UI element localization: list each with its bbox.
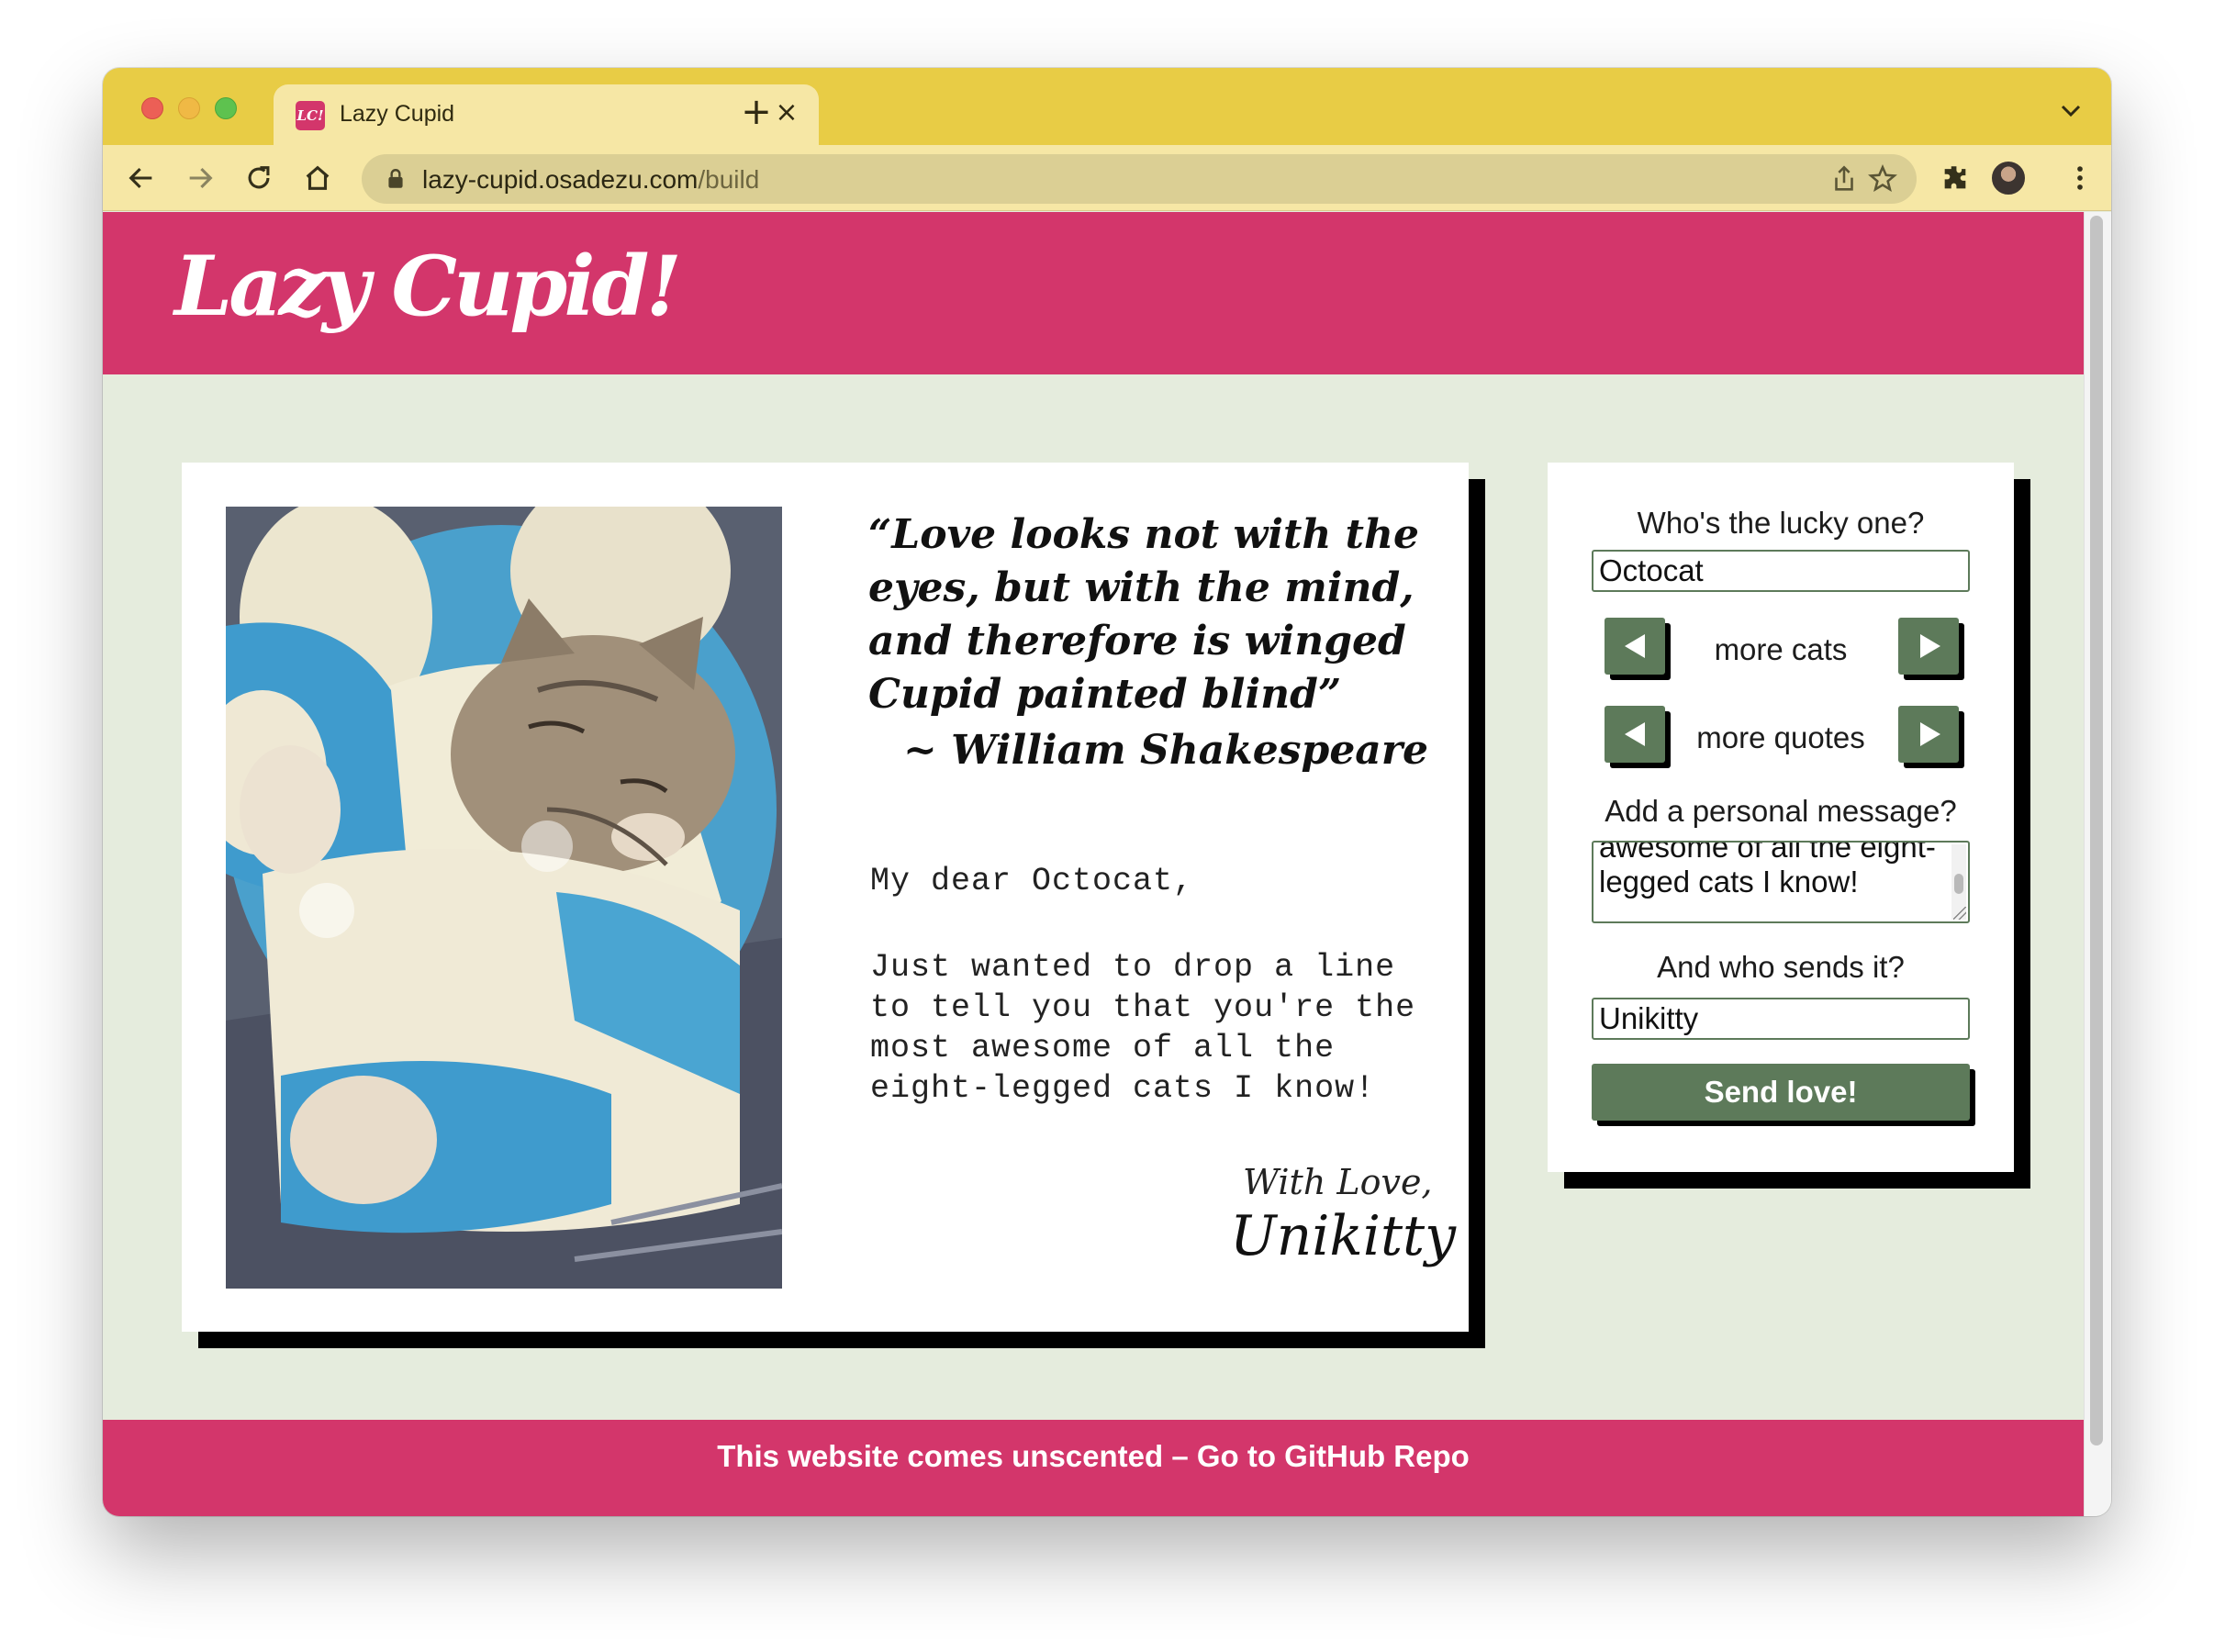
extensions-icon[interactable]	[1935, 158, 1975, 198]
url-text: lazy-cupid.osadezu.com/build	[422, 165, 760, 194]
message-text: awesome of all the eight-legged cats I k…	[1599, 841, 1936, 899]
message-label: Add a personal message?	[1605, 794, 1957, 828]
left-arrow-icon	[1625, 634, 1645, 658]
forward-arrow-icon[interactable]	[180, 158, 220, 198]
quote-author: ~ William Shakespeare	[902, 727, 1428, 774]
site-logo[interactable]: Lazy Cupid!	[174, 238, 682, 335]
next-cat-button[interactable]	[1898, 618, 1959, 675]
quote-text: “Love looks not with the eyes, but with …	[868, 511, 1419, 718]
page-viewport: Lazy Cupid! “Love looks not with the eye…	[103, 212, 2111, 1516]
next-quote-button[interactable]	[1898, 706, 1959, 763]
more-cats-label: more cats	[1714, 632, 1848, 666]
github-repo-link[interactable]: This website comes unscented – Go to Git…	[717, 1439, 1470, 1473]
site-footer: This website comes unscented – Go to Git…	[103, 1420, 2084, 1516]
sleeping-cat-image	[226, 507, 782, 1289]
letter-greeting: My dear Octocat,	[870, 863, 1194, 899]
star-icon[interactable]	[1867, 163, 1898, 195]
browser-window: LC! Lazy Cupid × + lazy-cupid.osadezu.co…	[103, 68, 2111, 1516]
previous-quote-button[interactable]	[1605, 706, 1665, 763]
textarea-scroll-thumb[interactable]	[1954, 874, 1963, 894]
right-arrow-icon	[1920, 722, 1940, 746]
love-card: “Love looks not with the eyes, but with …	[182, 463, 1469, 1332]
message-textarea[interactable]: awesome of all the eight-legged cats I k…	[1592, 841, 1970, 923]
left-arrow-icon	[1625, 722, 1645, 746]
close-window-button[interactable]	[141, 97, 163, 119]
reload-icon[interactable]	[239, 158, 279, 198]
builder-form: Who's the lucky one? Octocat more cats m…	[1548, 463, 2014, 1172]
tab-strip: LC! Lazy Cupid × +	[103, 68, 2111, 145]
right-arrow-icon	[1920, 634, 1940, 658]
kebab-menu-icon[interactable]	[2060, 158, 2100, 198]
sender-input[interactable]: Unikitty	[1592, 998, 1970, 1040]
maximize-window-button[interactable]	[215, 97, 237, 119]
page-scrollbar[interactable]	[2084, 212, 2111, 1516]
site-header: Lazy Cupid!	[103, 212, 2084, 374]
recipient-label: Who's the lucky one?	[1637, 506, 1925, 540]
back-arrow-icon[interactable]	[121, 158, 162, 198]
favicon-icon: LC!	[296, 101, 325, 130]
letter-closing: With Love,	[1243, 1162, 1433, 1202]
profile-avatar[interactable]	[1990, 160, 2027, 196]
address-bar[interactable]: lazy-cupid.osadezu.com/build	[362, 154, 1917, 204]
send-love-button[interactable]: Send love!	[1592, 1064, 1970, 1121]
page-scrollbar-thumb[interactable]	[2090, 216, 2103, 1446]
minimize-window-button[interactable]	[178, 97, 200, 119]
more-quotes-label: more quotes	[1696, 720, 1865, 754]
lock-icon	[388, 169, 403, 188]
textarea-resize-handle[interactable]	[1953, 907, 1966, 920]
browser-toolbar: lazy-cupid.osadezu.com/build	[103, 145, 2111, 211]
cat-photo	[226, 507, 782, 1289]
recipient-input[interactable]: Octocat	[1592, 550, 1970, 592]
new-tab-button[interactable]: +	[736, 92, 777, 132]
tab-search-chevron-icon[interactable]	[2054, 94, 2087, 127]
tab-title: Lazy Cupid	[340, 101, 455, 127]
previous-cat-button[interactable]	[1605, 618, 1665, 675]
letter-body: Just wanted to drop a line to tell you t…	[870, 949, 1416, 1107]
sender-label: And who sends it?	[1657, 950, 1905, 984]
home-icon[interactable]	[297, 158, 338, 198]
letter-signature: Unikitty	[1230, 1204, 1457, 1268]
share-icon[interactable]	[1828, 163, 1860, 195]
